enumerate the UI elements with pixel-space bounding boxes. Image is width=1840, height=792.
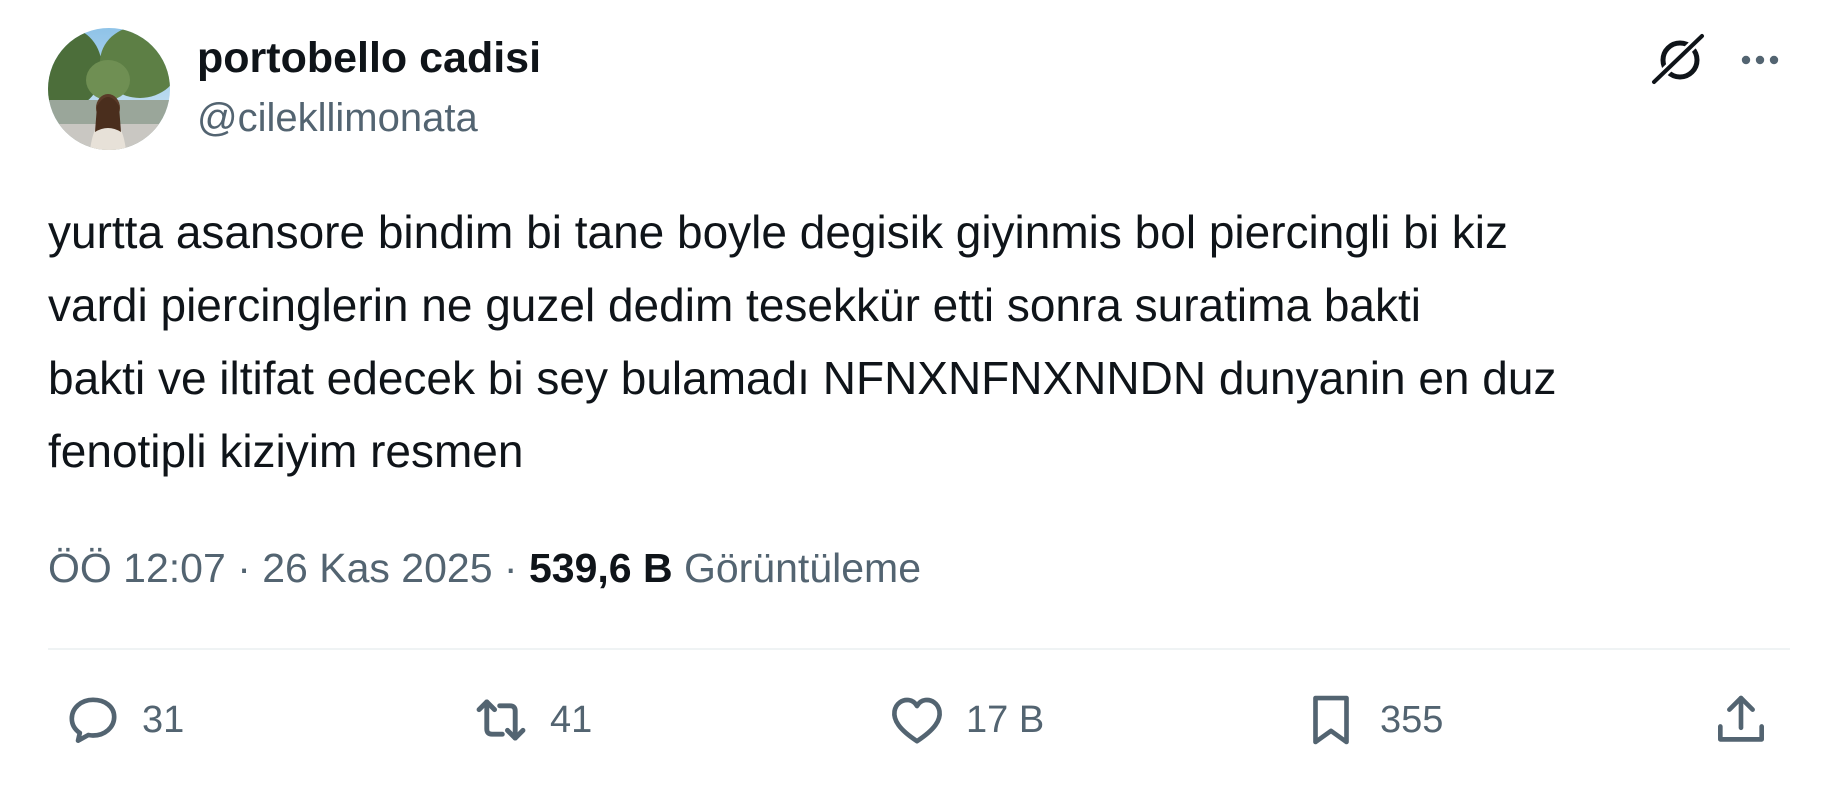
- retweet-icon: [476, 699, 526, 741]
- tweet-metadata: ÖÖ 12:07 · 26 Kas 2025 · 539,6 B Görüntü…: [48, 538, 921, 598]
- reply-icon: [69, 697, 117, 743]
- bookmark-count: 355: [1380, 698, 1444, 741]
- tweet-card: portobello cadisi @cilekllimonata yurtta…: [0, 0, 1840, 792]
- author-name[interactable]: portobello cadisi: [197, 30, 541, 86]
- like-button[interactable]: 17 B: [886, 686, 1044, 754]
- heart-icon: [892, 697, 942, 744]
- divider: [48, 648, 1790, 650]
- avatar[interactable]: [48, 28, 170, 150]
- tweet-time[interactable]: ÖÖ 12:07: [48, 545, 226, 591]
- reply-count: 31: [142, 698, 185, 741]
- tweet-text: yurtta asansore bindim bi tane boyle deg…: [48, 206, 1557, 477]
- bookmark-icon: [1313, 695, 1349, 745]
- more-icon[interactable]: [1736, 36, 1784, 84]
- grok-icon[interactable]: [1648, 30, 1708, 90]
- retweet-count: 41: [550, 698, 593, 741]
- meta-separator: ·: [237, 545, 251, 591]
- meta-separator: ·: [503, 545, 518, 591]
- share-icon: [1718, 695, 1764, 742]
- tweet-date[interactable]: 26 Kas 2025: [262, 545, 492, 591]
- views-label: Görüntüleme: [683, 545, 921, 591]
- views-count: 539,6 B: [528, 545, 673, 591]
- share-button[interactable]: [1710, 686, 1772, 754]
- author-handle[interactable]: @cilekllimonata: [197, 92, 478, 144]
- reply-button[interactable]: 31: [62, 686, 184, 754]
- bookmark-button[interactable]: 355: [1300, 686, 1443, 754]
- like-count: 17 B: [966, 698, 1045, 741]
- retweet-button[interactable]: 41: [470, 686, 592, 754]
